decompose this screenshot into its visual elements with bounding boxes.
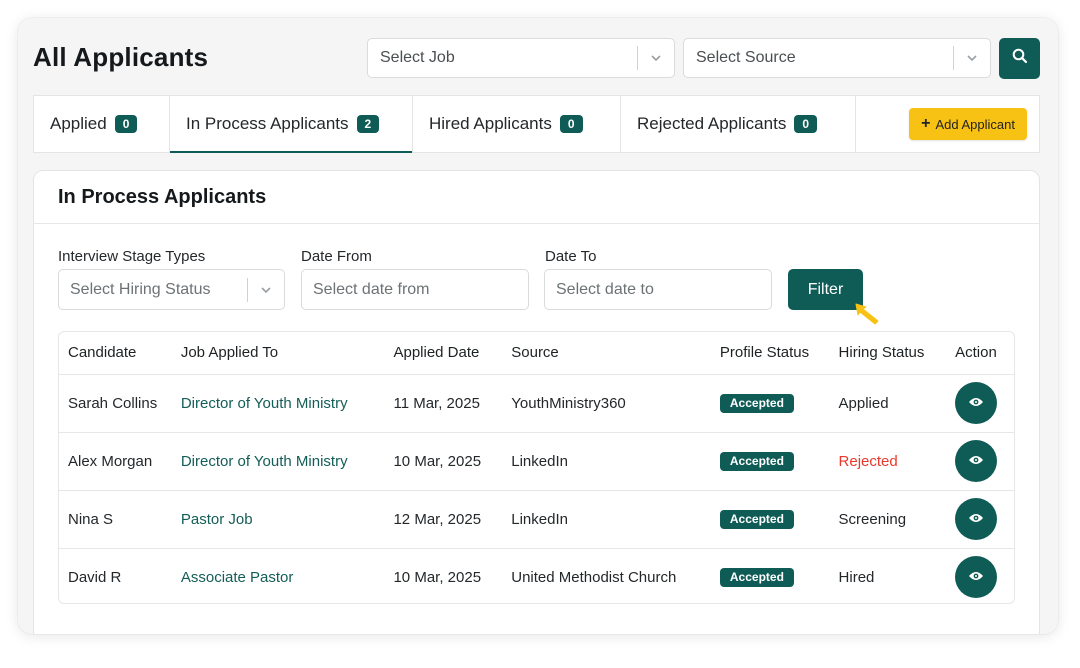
hiring-status: Screening [838, 510, 907, 528]
source: United Methodist Church [511, 568, 677, 586]
chevron-down-icon[interactable] [248, 283, 284, 297]
candidate-name: David R [68, 568, 122, 586]
source: LinkedIn [511, 510, 568, 528]
applied-date: 12 Mar, 2025 [393, 510, 482, 528]
view-applicant-button[interactable] [955, 498, 998, 540]
view-applicant-button[interactable] [955, 556, 998, 599]
tab-label: In Process Applicants [186, 114, 349, 133]
add-applicant-label: Add Applicant [935, 116, 1015, 132]
date-to-input[interactable]: Select date to [544, 269, 772, 310]
app-frame: All Applicants Select Job Select Source … [18, 18, 1058, 634]
hiring-status: Rejected [838, 452, 898, 470]
tab-label: Applied [50, 114, 107, 133]
column-header: Action [946, 332, 1014, 375]
page-title: All Applicants [33, 42, 209, 72]
date-to-label: Date To [545, 248, 597, 265]
select-job-placeholder: Select Job [380, 49, 455, 66]
date-from-label: Date From [301, 248, 372, 265]
column-header: Source [502, 332, 711, 375]
applied-date: 10 Mar, 2025 [393, 452, 482, 470]
applicant-tabs: Applied 0 In Process Applicants 2 Hired … [33, 95, 1040, 153]
applied-date: 11 Mar, 2025 [393, 394, 480, 412]
profile-status-badge: Accepted [719, 509, 794, 529]
candidate-name: Nina S [68, 510, 114, 528]
job-link[interactable]: Associate Pastor [181, 569, 294, 586]
table-row: Nina S Pastor Job 12 Mar, 2025 LinkedIn … [59, 490, 1014, 548]
date-from-input[interactable]: Select date from [301, 269, 529, 310]
eye-icon [968, 569, 984, 586]
column-header: Candidate [59, 332, 172, 375]
profile-status-badge: Accepted [719, 451, 794, 471]
hiring-status-select[interactable]: Select Hiring Status [58, 269, 285, 310]
table-header-row: Candidate Job Applied To Applied Date So… [59, 332, 1014, 375]
hiring-status: Hired [838, 568, 875, 586]
select-source-dropdown[interactable]: Select Source [683, 38, 991, 78]
view-applicant-button[interactable] [955, 382, 998, 424]
candidate-name: Alex Morgan [68, 452, 153, 470]
plus-icon: + [921, 115, 931, 132]
count-badge: 2 [356, 115, 380, 133]
select-source-placeholder: Select Source [696, 49, 796, 66]
candidate-name: Sarah Collins [68, 394, 158, 412]
search-icon [1012, 48, 1028, 69]
source: YouthMinistry360 [511, 394, 626, 412]
hiring-status: Applied [838, 394, 889, 412]
add-applicant-button[interactable]: + Add Applicant [909, 108, 1027, 140]
count-badge: 0 [114, 115, 138, 133]
pointer-cursor-icon [854, 301, 884, 332]
table-row: Alex Morgan Director of Youth Ministry 1… [59, 432, 1014, 490]
count-badge: 0 [559, 115, 583, 133]
job-link[interactable]: Pastor Job [181, 511, 253, 528]
column-header: Profile Status [710, 332, 830, 375]
count-badge: 0 [794, 115, 818, 133]
tab-in-process[interactable]: In Process Applicants 2 [170, 96, 413, 153]
column-header: Applied Date [384, 332, 503, 375]
source: LinkedIn [511, 452, 568, 470]
search-button[interactable] [999, 38, 1040, 79]
table-row: Sarah Collins Director of Youth Ministry… [59, 374, 1014, 432]
column-header: Hiring Status [829, 332, 947, 375]
select-job-dropdown[interactable]: Select Job [367, 38, 675, 78]
job-link[interactable]: Director of Youth Ministry [181, 395, 348, 412]
tab-label: Rejected Applicants [637, 114, 787, 133]
job-link[interactable]: Director of Youth Ministry [181, 453, 348, 470]
in-process-card: In Process Applicants Interview Stage Ty… [33, 170, 1040, 634]
tab-label: Hired Applicants [429, 114, 552, 133]
date-to-placeholder: Select date to [556, 280, 654, 298]
hiring-status-placeholder: Select Hiring Status [70, 280, 211, 298]
tab-rejected[interactable]: Rejected Applicants 0 [621, 96, 856, 152]
applicants-table: Candidate Job Applied To Applied Date So… [58, 331, 1015, 604]
applied-date: 10 Mar, 2025 [393, 568, 482, 586]
filter-button[interactable]: Filter [788, 269, 863, 310]
date-from-placeholder: Select date from [313, 280, 430, 298]
tabs-actions: + Add Applicant [856, 96, 1039, 152]
eye-icon [968, 511, 984, 528]
table-row: David R Associate Pastor 10 Mar, 2025 Un… [59, 548, 1014, 603]
column-header: Job Applied To [171, 332, 385, 375]
eye-icon [968, 453, 984, 470]
eye-icon [968, 395, 984, 412]
profile-status-badge: Accepted [719, 567, 794, 587]
view-applicant-button[interactable] [955, 440, 998, 482]
chevron-down-icon[interactable] [638, 51, 674, 65]
stage-filter-label: Interview Stage Types [58, 248, 206, 265]
tab-applied[interactable]: Applied 0 [34, 96, 170, 152]
profile-status-badge: Accepted [719, 393, 794, 413]
card-title: In Process Applicants [34, 171, 1039, 224]
tab-hired[interactable]: Hired Applicants 0 [413, 96, 621, 152]
chevron-down-icon[interactable] [954, 51, 990, 65]
